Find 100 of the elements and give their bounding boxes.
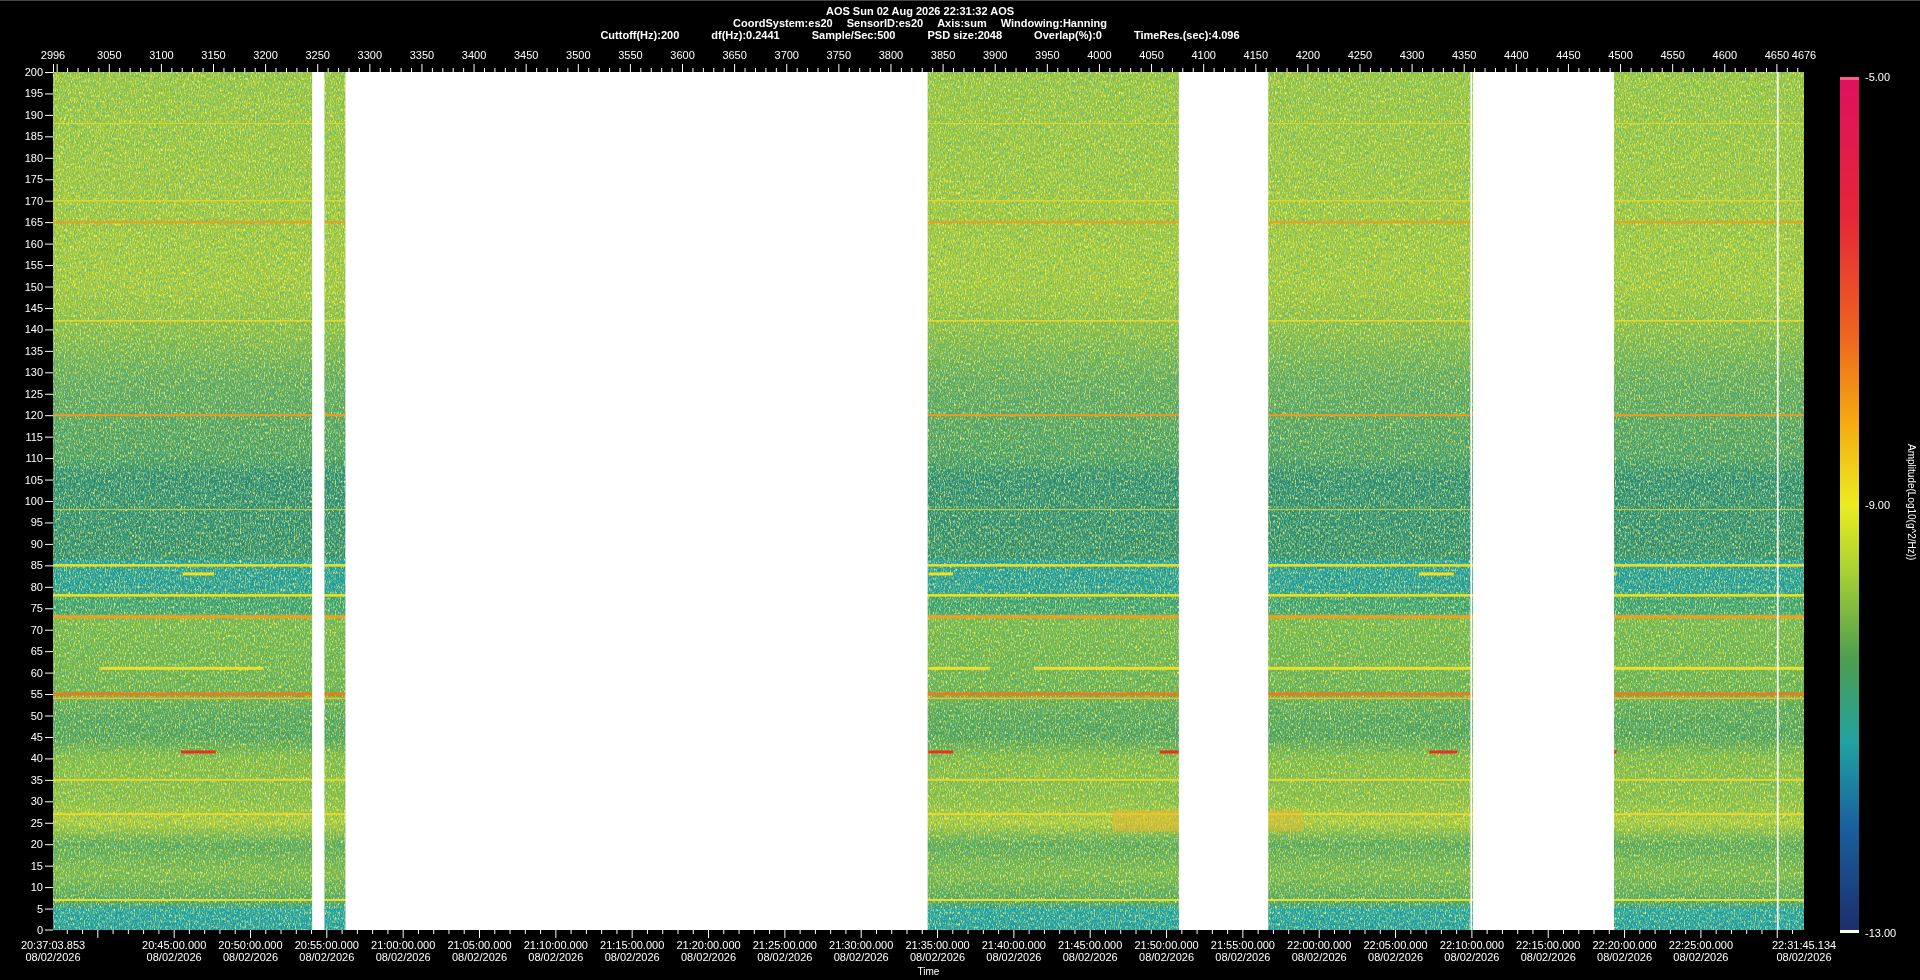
date-label: 08/02/2026 (1215, 951, 1271, 963)
axis-label: 4350 (1452, 49, 1477, 61)
axis-label: 195 (24, 87, 43, 99)
axis-label: 4600 (1712, 49, 1737, 61)
time-label: 21:05:00.000 (447, 939, 512, 951)
axis-label: 10 (30, 881, 43, 893)
axis-label: 35 (30, 774, 43, 786)
axis-label: 140 (24, 323, 43, 335)
scale-label: -9.00 (1865, 499, 1891, 511)
date-label: 08/02/2026 (681, 951, 737, 963)
time-label: 21:30:00.000 (829, 939, 894, 951)
time-label: 21:45:00.000 (1058, 939, 1123, 951)
date-label: 08/02/2026 (1444, 951, 1500, 963)
axis-label: 4200 (1295, 49, 1321, 61)
axis-label: 5 (36, 903, 43, 915)
date-label: 08/02/2026 (1368, 951, 1424, 963)
time-label: 20:55:00.000 (294, 939, 359, 951)
axis-label: 3900 (982, 49, 1008, 61)
axis-label: 4500 (1608, 49, 1633, 61)
axis-label: 150 (24, 281, 43, 292)
axis-label: 130 (24, 366, 43, 378)
parameter-text: Overlap(%):0 (1034, 29, 1102, 41)
time-label: 21:50:00.000 (1134, 939, 1199, 951)
time-label: 20:37:03.853 (20, 939, 86, 951)
axis-label: 4100 (1191, 49, 1216, 61)
axis-label: 100 (24, 495, 43, 507)
date-label: 08/02/2026 (1520, 951, 1576, 963)
axis-label: 105 (24, 474, 43, 486)
axis-label: 3050 (97, 49, 122, 61)
axis-label: 55 (30, 688, 43, 700)
axis-label: 30 (30, 795, 43, 807)
axis-label: 120 (24, 409, 43, 421)
axis-label: 3150 (201, 49, 226, 61)
axis-label: 40 (30, 752, 43, 764)
axis-label: 145 (24, 302, 43, 314)
parameter-text: PSD size:2048 (927, 29, 1003, 41)
axis-label: 15 (30, 860, 43, 872)
axis-label: 3850 (930, 49, 956, 61)
time-label: 22:05:00.000 (1363, 939, 1428, 951)
axis-label: 4000 (1087, 49, 1112, 61)
time-label: 22:10:00.000 (1439, 939, 1504, 951)
axis-label: 3200 (253, 49, 278, 61)
axis-label: 3400 (461, 49, 487, 61)
axis-label: 3350 (409, 49, 435, 61)
axis-label: 160 (24, 238, 43, 250)
time-label: 21:20:00.000 (676, 939, 741, 951)
date-label: 08/02/2026 (299, 951, 355, 963)
axis-label: 3600 (670, 49, 695, 61)
time-label: 21:25:00.000 (752, 939, 817, 951)
scale-label: -13.00 (1865, 927, 1897, 939)
axis-label: 65 (30, 645, 43, 657)
axis-label: 155 (24, 259, 43, 271)
axis-title: Time (917, 966, 940, 978)
date-label: 08/02/2026 (146, 951, 202, 963)
axis-label: 185 (24, 130, 43, 142)
parameter-text: Axis:sum (937, 17, 987, 29)
axis-label: 4400 (1504, 49, 1529, 61)
axis-label: 3250 (305, 49, 330, 61)
parameter-text: Cuttoff(Hz):200 (600, 29, 680, 41)
axis-label: 180 (24, 152, 43, 164)
parameter-text: Windowing:Hanning (1000, 17, 1107, 29)
axis-label: 200 (24, 66, 43, 78)
time-label: 22:25:00.000 (1668, 939, 1733, 951)
axis-label: 70 (30, 624, 43, 636)
axis-label: 25 (30, 817, 43, 829)
time-label: 22:15:00.000 (1516, 939, 1581, 951)
date-label: 08/02/2026 (604, 951, 660, 963)
axis-label: 3800 (878, 49, 904, 61)
axis-label: 3700 (774, 49, 799, 61)
axis-label: 175 (24, 173, 43, 185)
time-label: 21:40:00.000 (981, 939, 1046, 951)
axis-label: 0 (36, 924, 43, 936)
date-label: 08/02/2026 (986, 951, 1042, 963)
axis-label: 45 (30, 731, 43, 743)
time-label: 21:10:00.000 (523, 939, 588, 951)
axis-label: 3750 (826, 49, 852, 61)
date-label: 08/02/2026 (375, 951, 431, 963)
parameter-text: TimeRes.(sec):4.096 (1133, 29, 1240, 41)
axis-label: 95 (30, 516, 43, 528)
axis-label: 75 (30, 602, 43, 614)
axis-label: 80 (30, 581, 43, 593)
axis-label: 165 (24, 216, 43, 228)
axis-label: 3950 (1035, 49, 1060, 61)
date-label: 08/02/2026 (25, 951, 81, 963)
date-label: 08/02/2026 (222, 951, 278, 963)
parameter-text: df(Hz):0.2441 (711, 29, 780, 41)
date-label: 08/02/2026 (757, 951, 813, 963)
chart-title: AOS Sun 02 Aug 2026 22:31:32 AOS (825, 5, 1015, 17)
axis-label: 20 (30, 838, 43, 850)
date-label: 08/02/2026 (1291, 951, 1347, 963)
date-label: 08/02/2026 (833, 951, 889, 963)
date-label: 08/02/2026 (1139, 951, 1195, 963)
axis-label: 4050 (1139, 49, 1164, 61)
date-label: 08/02/2026 (1597, 951, 1653, 963)
date-label: 08/02/2026 (1776, 951, 1832, 963)
axis-label: 4550 (1660, 49, 1685, 61)
date-label: 08/02/2026 (1062, 951, 1118, 963)
axis-label: 125 (24, 388, 43, 400)
axis-label: 4150 (1243, 49, 1268, 61)
axis-label: 4650 (1764, 49, 1790, 61)
